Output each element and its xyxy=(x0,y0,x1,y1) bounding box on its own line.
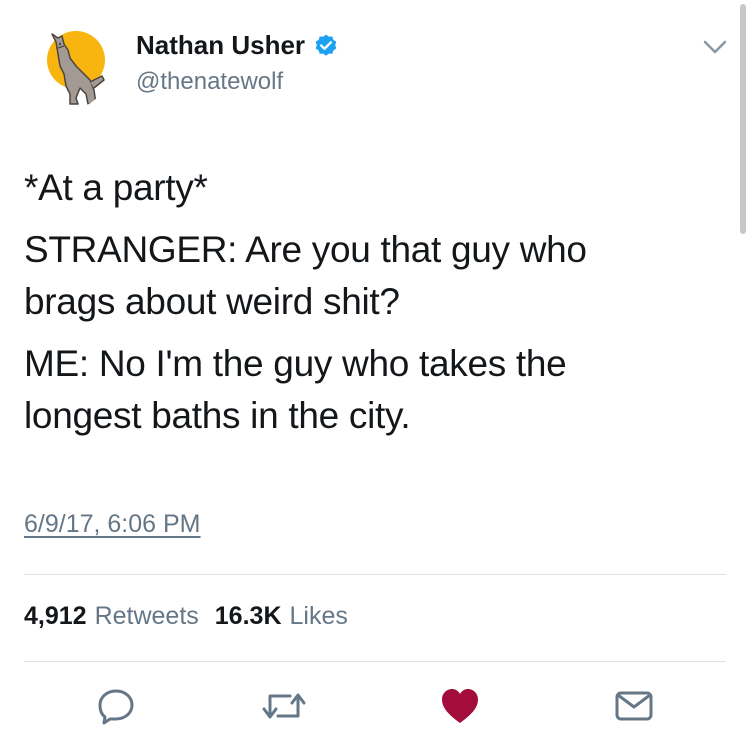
author-handle[interactable]: @thenatewolf xyxy=(136,68,283,96)
howling-wolf-avatar-icon xyxy=(24,24,110,110)
tweet-line: longest baths in the city. xyxy=(24,395,411,436)
tweet-timestamp[interactable]: 6/9/17, 6:06 PM xyxy=(24,510,201,539)
tweet-line: brags about weird shit? xyxy=(24,281,400,322)
likes-count[interactable]: 16.3K xyxy=(215,602,282,631)
avatar[interactable] xyxy=(24,24,110,110)
verified-badge-icon xyxy=(315,34,337,56)
reply-button[interactable] xyxy=(94,684,138,728)
author-name[interactable]: Nathan Usher xyxy=(136,30,305,61)
like-button[interactable] xyxy=(438,684,482,728)
tweet-line: *At a party* xyxy=(24,167,208,208)
reply-icon xyxy=(98,689,134,725)
heart-icon xyxy=(442,689,478,723)
retweet-icon xyxy=(262,693,306,719)
divider xyxy=(24,574,726,575)
scrollbar[interactable] xyxy=(740,4,746,234)
tweet-stats: 4,912 Retweets 16.3K Likes xyxy=(24,602,364,631)
direct-message-button[interactable] xyxy=(612,684,656,728)
tweet-line: STRANGER: Are you that guy who xyxy=(24,229,587,270)
retweets-count[interactable]: 4,912 xyxy=(24,602,87,631)
divider xyxy=(24,661,726,662)
tweet-text: *At a party* STRANGER: Are you that guy … xyxy=(24,162,724,442)
author-name-row[interactable]: Nathan Usher xyxy=(136,30,339,61)
chevron-down-icon[interactable] xyxy=(700,36,730,58)
retweet-button[interactable] xyxy=(262,684,306,728)
retweets-label[interactable]: Retweets xyxy=(95,602,199,631)
envelope-icon xyxy=(615,691,653,721)
tweet-line: ME: No I'm the guy who takes the xyxy=(24,343,567,384)
likes-label[interactable]: Likes xyxy=(290,602,348,631)
